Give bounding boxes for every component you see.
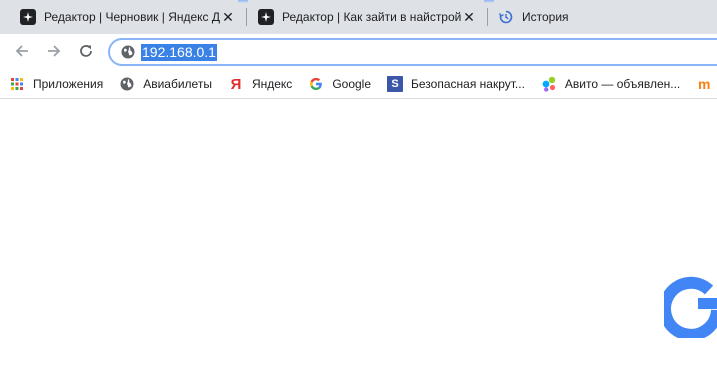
arrow-left-icon	[14, 43, 30, 64]
bookmark-label: Яндекс	[251, 77, 293, 91]
tab-title: История	[522, 10, 569, 24]
star-sparkle-icon	[258, 9, 274, 25]
tab-strip: Редактор | Черновик | Яндекс Д ✕ Редакто…	[0, 0, 717, 34]
bookmark-label: Безопасная накрут...	[411, 77, 525, 91]
bookmark-safe-boost[interactable]: S Безопасная накрут...	[381, 72, 531, 96]
tab-history[interactable]: История	[478, 0, 717, 34]
url-text[interactable]: 192.168.0.1	[141, 44, 217, 61]
google-icon	[308, 76, 324, 92]
s-badge-icon: S	[387, 76, 404, 92]
arrow-right-icon	[46, 43, 62, 64]
yandex-icon: Я	[228, 75, 244, 93]
s-badge-glyph: S	[391, 78, 399, 90]
star-sparkle-icon	[20, 9, 36, 25]
yandex-glyph: Я	[230, 75, 242, 93]
moodle-glyph: m	[698, 76, 711, 92]
google-logo-icon	[659, 268, 717, 343]
bookmark-apps[interactable]: Приложения	[0, 72, 109, 96]
reload-button[interactable]	[73, 40, 99, 66]
history-icon	[498, 9, 514, 25]
bookmark-moodle[interactable]: m	[690, 72, 717, 96]
reload-icon	[78, 43, 94, 64]
tab-title: Редактор | Как зайти в найстрой	[282, 10, 461, 24]
apps-grid-icon	[9, 76, 25, 92]
bookmark-label: Google	[332, 77, 372, 91]
tab-editor-draft[interactable]: Редактор | Черновик | Яндекс Д ✕	[0, 0, 246, 34]
avito-icon	[541, 76, 557, 92]
globe-icon	[119, 76, 135, 92]
bookmarks-bar: Приложения Авиабилеты Я Яндекс Google S …	[0, 70, 717, 99]
bookmark-label: Авито — объявлен...	[564, 77, 681, 91]
back-button[interactable]	[9, 40, 35, 66]
bookmark-label: Авиабилеты	[143, 77, 212, 91]
tab-close-button[interactable]: ✕	[220, 9, 236, 25]
globe-icon[interactable]	[121, 45, 135, 59]
forward-button[interactable]	[41, 40, 67, 66]
address-bar[interactable]: 192.168.0.1	[108, 38, 717, 66]
tab-title: Редактор | Черновик | Яндекс Д	[44, 10, 220, 24]
tab-close-button[interactable]: ✕	[461, 9, 477, 25]
bookmark-yandex[interactable]: Я Яндекс	[222, 72, 298, 96]
bookmark-aviabilety[interactable]: Авиабилеты	[113, 72, 218, 96]
tab-editor-howto[interactable]: Редактор | Как зайти в найстрой ✕	[238, 0, 487, 34]
bookmark-google[interactable]: Google	[302, 72, 377, 96]
page-content	[0, 99, 717, 389]
bookmark-label: Приложения	[33, 77, 104, 91]
bookmark-avito[interactable]: Авито — объявлен...	[535, 72, 686, 96]
moodle-icon: m	[696, 76, 712, 92]
